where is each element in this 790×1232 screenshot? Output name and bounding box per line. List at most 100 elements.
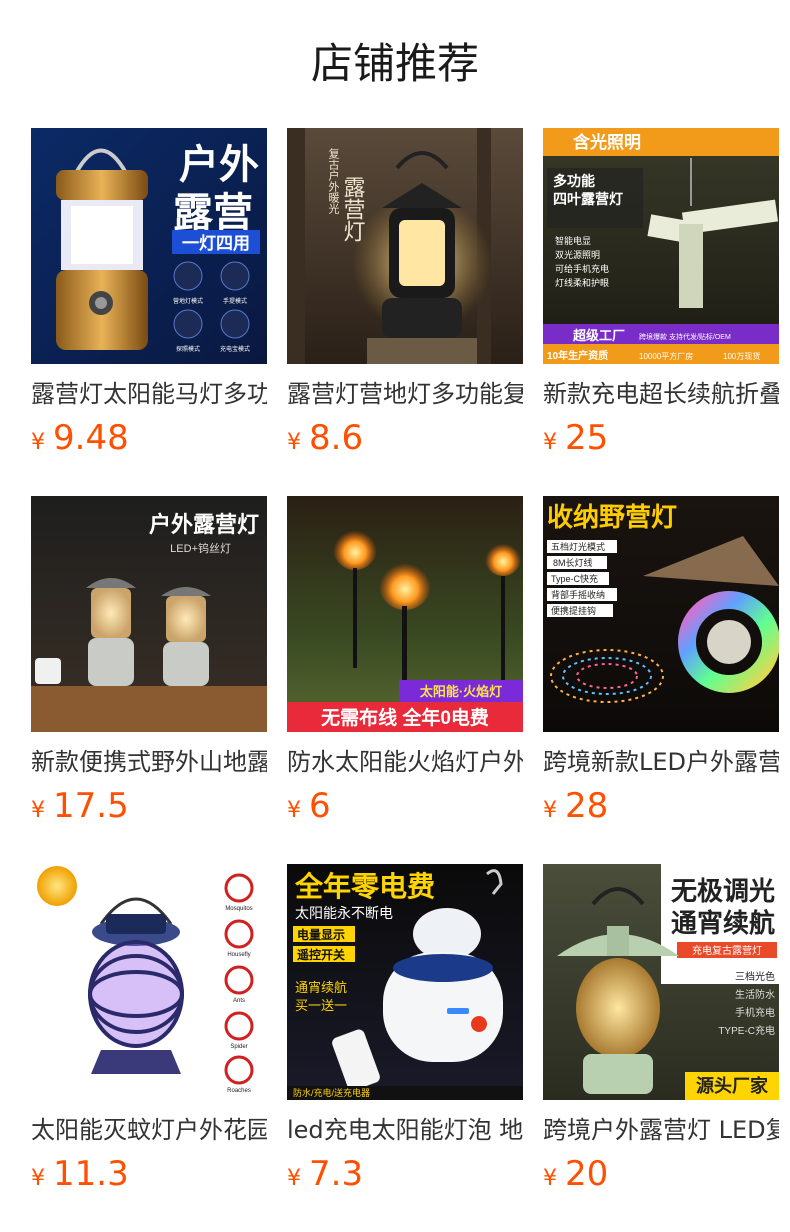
- product-name[interactable]: 跨境新款LED户外露营灯带: [543, 746, 779, 780]
- product-card[interactable]: 太阳能·火焰灯 无需布线 全年0电费 防水太阳能火焰灯户外花园灯 ¥6: [287, 496, 523, 864]
- image-text: 跨境爆款 支持代发/贴标/OEM: [639, 332, 731, 341]
- product-price: ¥7.3: [287, 1152, 363, 1196]
- image-text: 复古户外暖光: [327, 147, 340, 215]
- image-text: 智能电显: [555, 235, 591, 246]
- product-card[interactable]: 复古户外暖光 露营灯 露营灯营地灯多功能复古户外暖光露营灯 ¥8.6: [287, 128, 523, 496]
- product-image-portable-lanterns[interactable]: 户外露营灯 LED+钨丝灯: [31, 496, 267, 732]
- product-card[interactable]: 全年零电费 太阳能永不断电 电量显示 遥控开关 通宵续航 买一送一 防水/充电/…: [287, 864, 523, 1232]
- image-text: 源头厂家: [696, 1075, 769, 1096]
- product-card[interactable]: 收纳野营灯 五档灯光模式 8M长灯线 Type-C快充 背部手摇收纳 便携提挂钩…: [543, 496, 779, 864]
- image-text: 露营: [173, 191, 253, 235]
- image-text: 生活防水: [735, 988, 775, 1001]
- image-text: Roaches: [227, 1088, 251, 1094]
- product-price: ¥6: [287, 784, 331, 828]
- product-name[interactable]: 防水太阳能火焰灯户外花园灯: [287, 746, 523, 780]
- currency-symbol: ¥: [31, 798, 45, 823]
- image-text: 营地灯模式: [173, 297, 203, 305]
- product-name[interactable]: 新款便携式野外山地露营灯: [31, 746, 267, 780]
- product-image-retro-lantern[interactable]: 复古户外暖光 露营灯: [287, 128, 523, 364]
- product-card[interactable]: 户外 露营 一灯四用 营地灯模式 手提模式 探照模式 充电宝模式 露营灯太阳能马…: [31, 128, 267, 496]
- price-value: 28: [565, 786, 609, 826]
- product-name[interactable]: 露营灯太阳能马灯多功能户外露营灯: [31, 378, 267, 412]
- product-card[interactable]: 户外露营灯 LED+钨丝灯 新款便携式野外山地露营灯 ¥17.5: [31, 496, 267, 864]
- image-text: 双光源照明: [555, 249, 600, 260]
- product-name[interactable]: led充电太阳能灯泡 地摊灯: [287, 1114, 523, 1148]
- image-text: 通宵续航: [671, 908, 775, 938]
- price-value: 11.3: [53, 1154, 129, 1194]
- currency-symbol: ¥: [31, 1166, 45, 1191]
- price-value: 7.3: [309, 1154, 364, 1194]
- image-text: Housefly: [227, 952, 250, 958]
- price-value: 6: [309, 786, 331, 826]
- image-text: 超级工厂: [573, 328, 625, 343]
- image-text: 10000平方厂房: [639, 351, 693, 361]
- image-text: 充电复古露营灯: [692, 944, 762, 957]
- product-price: ¥25: [543, 416, 608, 460]
- product-card[interactable]: 无极调光 通宵续航 充电复古露营灯 三档光色 生活防水 手机充电 TYPE-C充…: [543, 864, 779, 1232]
- image-text: 防水/充电/送充电器: [293, 1087, 370, 1098]
- image-text: 探照模式: [176, 345, 200, 353]
- product-image-camping-lantern[interactable]: 户外 露营 一灯四用 营地灯模式 手提模式 探照模式 充电宝模式: [31, 128, 267, 364]
- image-text: TYPE-C充电: [718, 1024, 775, 1037]
- image-text: 太阳能永不断电: [295, 905, 393, 921]
- product-name[interactable]: 露营灯营地灯多功能复古户外暖光露营灯: [287, 378, 523, 412]
- image-text: 背部手摇收纳: [551, 589, 605, 600]
- product-grid: 户外 露营 一灯四用 营地灯模式 手提模式 探照模式 充电宝模式 露营灯太阳能马…: [31, 128, 790, 1232]
- image-text: 100万现货: [723, 351, 760, 361]
- product-image-folding-camping-light[interactable]: 含光照明 多功能 四叶露营灯 智能电显 双光源照明 可给手机充电 灯线柔和护眼 …: [543, 128, 779, 364]
- image-text: 电量显示: [297, 927, 345, 942]
- price-value: 25: [565, 418, 609, 458]
- price-value: 9.48: [53, 418, 129, 458]
- image-text: 无需布线 全年0电费: [321, 706, 489, 729]
- image-text: 买一送一: [295, 998, 347, 1013]
- product-image-solar-led-bulb[interactable]: 全年零电费 太阳能永不断电 电量显示 遥控开关 通宵续航 买一送一 防水/充电/…: [287, 864, 523, 1100]
- product-price: ¥8.6: [287, 416, 363, 460]
- image-text: 四叶露营灯: [553, 191, 623, 207]
- product-price: ¥20: [543, 1152, 608, 1196]
- image-text: 户外露营灯: [149, 512, 259, 537]
- image-text: Ants: [233, 998, 245, 1004]
- product-card[interactable]: Mosquitos Housefly Ants Spider Roaches 太…: [31, 864, 267, 1232]
- currency-symbol: ¥: [31, 430, 45, 455]
- product-price: ¥17.5: [31, 784, 129, 828]
- product-price: ¥28: [543, 784, 608, 828]
- image-text: 全年零电费: [294, 870, 435, 902]
- image-text: 一灯四用: [182, 234, 250, 253]
- image-text: 无极调光: [671, 876, 775, 906]
- currency-symbol: ¥: [287, 430, 301, 455]
- product-price: ¥11.3: [31, 1152, 129, 1196]
- image-text: 10年生产资质: [547, 349, 608, 362]
- product-price: ¥9.48: [31, 416, 129, 460]
- image-text: LED+钨丝灯: [170, 542, 231, 555]
- product-card[interactable]: 含光照明 多功能 四叶露营灯 智能电显 双光源照明 可给手机充电 灯线柔和护眼 …: [543, 128, 779, 496]
- currency-symbol: ¥: [287, 798, 301, 823]
- price-value: 20: [565, 1154, 609, 1194]
- image-text: 收纳野营灯: [547, 502, 677, 532]
- image-text: 多功能: [553, 173, 595, 189]
- image-text: 8M长灯线: [553, 557, 593, 568]
- image-text: 三档光色: [735, 970, 775, 983]
- image-text: 可给手机充电: [555, 263, 609, 274]
- shop-recommend-title: 店铺推荐: [310, 39, 479, 88]
- image-text: 露营灯: [341, 176, 366, 242]
- image-text: 通宵续航: [295, 980, 347, 995]
- image-text: Spider: [230, 1044, 247, 1050]
- image-text: 五档灯光模式: [551, 541, 605, 552]
- price-value: 17.5: [53, 786, 129, 826]
- image-text: Type-C快充: [551, 573, 598, 584]
- product-name[interactable]: 新款充电超长续航折叠四叶露营灯: [543, 378, 779, 412]
- product-name[interactable]: 太阳能灭蚊灯户外花园庭院灯: [31, 1114, 267, 1148]
- product-image-string-light-reel[interactable]: 收纳野营灯 五档灯光模式 8M长灯线 Type-C快充 背部手摇收纳 便携提挂钩: [543, 496, 779, 732]
- product-image-solar-flame-torch[interactable]: 太阳能·火焰灯 无需布线 全年0电费: [287, 496, 523, 732]
- product-name[interactable]: 跨境户外露营灯 LED复古马灯: [543, 1114, 779, 1148]
- image-text: 遥控开关: [297, 947, 345, 962]
- product-image-retro-led-lantern[interactable]: 无极调光 通宵续航 充电复古露营灯 三档光色 生活防水 手机充电 TYPE-C充…: [543, 864, 779, 1100]
- image-text: 手提模式: [223, 297, 247, 305]
- image-text: Mosquitos: [225, 906, 252, 912]
- currency-symbol: ¥: [543, 430, 557, 455]
- product-image-solar-mosquito-killer[interactable]: Mosquitos Housefly Ants Spider Roaches: [31, 864, 267, 1100]
- image-text: 充电宝模式: [220, 345, 250, 353]
- currency-symbol: ¥: [543, 798, 557, 823]
- image-text: 灯线柔和护眼: [555, 277, 609, 288]
- image-text: 含光照明: [573, 132, 641, 152]
